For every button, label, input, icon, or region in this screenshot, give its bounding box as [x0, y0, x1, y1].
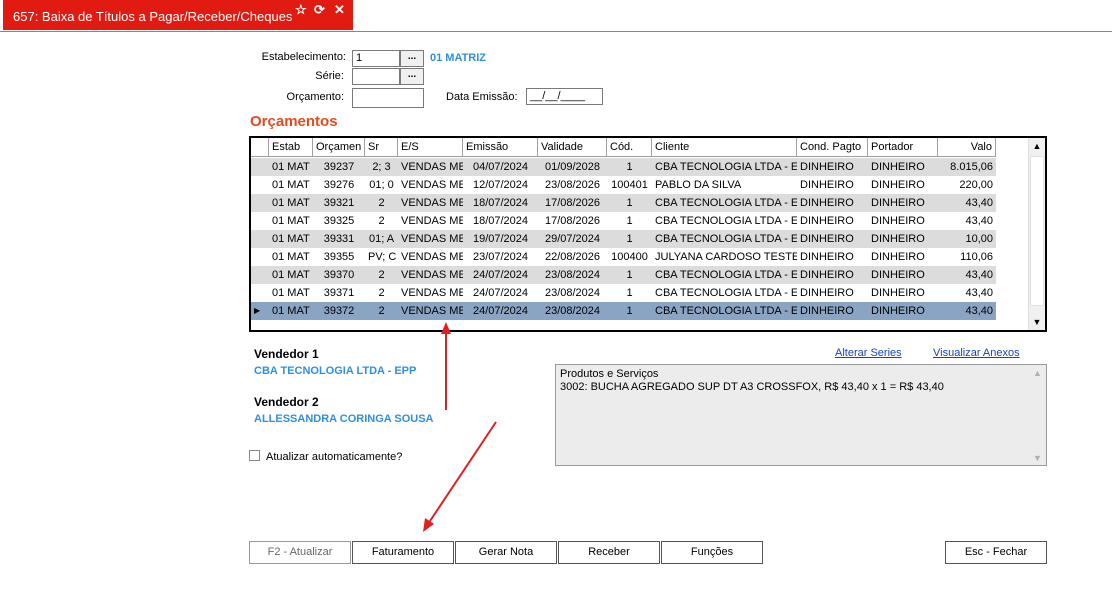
annotation-arrow-down — [427, 421, 497, 525]
annotation-arrows — [423, 322, 497, 532]
annotation-arrowhead-down — [423, 518, 434, 532]
annotation-arrowhead-up — [441, 322, 451, 334]
